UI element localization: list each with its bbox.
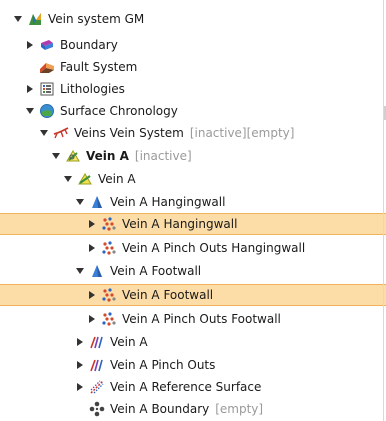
expand-toggle-icon[interactable]: [74, 196, 86, 208]
tree-item[interactable]: Veins Vein System [inactive][empty]: [0, 122, 386, 144]
tree-item[interactable]: Fault System: [0, 56, 386, 78]
hangingwall-surface-icon: [89, 194, 105, 210]
expand-toggle-icon[interactable]: [12, 13, 24, 25]
boundary-points-icon: [89, 401, 105, 417]
tree-item-label: Vein A Boundary: [110, 402, 210, 416]
tree-item-label: Veins Vein System: [74, 126, 184, 140]
tree-item-label: Vein A: [110, 335, 148, 349]
collapse-toggle-icon[interactable]: [24, 39, 36, 51]
tree-item-label: Vein A: [86, 149, 129, 163]
vein-lines-icon: [89, 334, 105, 350]
expand-toggle-icon[interactable]: [62, 173, 74, 185]
vein-inactive-icon: [65, 148, 81, 164]
project-tree: Vein system GM Boundary Fault System Lithol…: [0, 0, 386, 421]
expand-toggle-icon[interactable]: [24, 105, 36, 117]
tree-item-label: Boundary: [60, 38, 118, 52]
tree-item[interactable]: Vein A Hangingwall: [0, 191, 386, 213]
tree-item[interactable]: Vein A: [0, 331, 386, 353]
tree-item-label: Vein system GM: [48, 12, 145, 26]
tree-item-label: Vein A Footwall: [122, 288, 214, 302]
vein-lines-icon: [89, 357, 105, 373]
collapse-toggle-icon[interactable]: [74, 381, 86, 393]
collapse-toggle-icon[interactable]: [74, 336, 86, 348]
surface-chronology-icon: [39, 103, 55, 119]
collapse-toggle-icon[interactable]: [86, 218, 98, 230]
tree-item-label: Fault System: [60, 60, 138, 74]
tree-item-label: Surface Chronology: [60, 104, 178, 118]
tree-item[interactable]: Vein A Footwall: [0, 284, 386, 306]
reference-surface-icon: [89, 379, 105, 395]
tree-item-label: Vein A Hangingwall: [110, 195, 226, 209]
tree-item[interactable]: Vein A Reference Surface: [0, 376, 386, 398]
tree-item[interactable]: Vein A: [0, 168, 386, 190]
tree-item[interactable]: Surface Chronology: [0, 100, 386, 122]
tree-item-status: [empty]: [215, 402, 264, 416]
tree-item-label: Vein A Reference Surface: [110, 380, 262, 394]
point-data-icon: [101, 240, 117, 256]
footwall-surface-icon: [89, 263, 105, 279]
collapse-toggle-icon[interactable]: [24, 83, 36, 95]
toggle-spacer: [74, 403, 86, 415]
point-data-icon: [101, 287, 117, 303]
tree-item[interactable]: Vein A Pinch Outs Hangingwall: [0, 237, 386, 259]
tree-item-label: Vein A Pinch Outs Footwall: [122, 312, 281, 326]
fault-system-icon: [39, 59, 55, 75]
tree-item[interactable]: Boundary: [0, 34, 386, 56]
panel-divider: [383, 0, 384, 421]
point-data-icon: [101, 216, 117, 232]
boundary-icon: [39, 37, 55, 53]
tree-item-label: Vein A Hangingwall: [122, 217, 238, 231]
tree-item-status: [inactive]: [134, 149, 192, 163]
collapse-toggle-icon[interactable]: [86, 242, 98, 254]
vein-system-icon: [53, 125, 69, 141]
tree-item[interactable]: Vein A Pinch Outs: [0, 354, 386, 376]
expand-toggle-icon[interactable]: [74, 265, 86, 277]
tree-item-status: [inactive][empty]: [189, 126, 295, 140]
tree-item-label: Lithologies: [60, 82, 125, 96]
tree-item[interactable]: Vein system GM: [0, 8, 386, 30]
tree-item[interactable]: Vein A Pinch Outs Footwall: [0, 308, 386, 330]
toggle-spacer: [24, 61, 36, 73]
tree-item[interactable]: Lithologies: [0, 78, 386, 100]
collapse-toggle-icon[interactable]: [86, 289, 98, 301]
tree-item[interactable]: Vein A Hangingwall: [0, 213, 386, 235]
tree-item-label: Vein A Footwall: [110, 264, 202, 278]
tree-item-label: Vein A Pinch Outs Hangingwall: [122, 241, 306, 255]
point-data-icon: [101, 311, 117, 327]
tree-item[interactable]: Vein A Boundary [empty]: [0, 398, 386, 420]
geomodel-icon: [27, 11, 43, 27]
expand-toggle-icon[interactable]: [38, 127, 50, 139]
tree-item-label: Vein A: [98, 172, 136, 186]
collapse-toggle-icon[interactable]: [74, 359, 86, 371]
expand-toggle-icon[interactable]: [50, 150, 62, 162]
collapse-toggle-icon[interactable]: [86, 313, 98, 325]
tree-item[interactable]: Vein A [inactive]: [0, 145, 386, 167]
lithologies-icon: [39, 81, 55, 97]
vein-icon: [77, 171, 93, 187]
tree-item[interactable]: Vein A Footwall: [0, 260, 386, 282]
tree-item-label: Vein A Pinch Outs: [110, 358, 216, 372]
